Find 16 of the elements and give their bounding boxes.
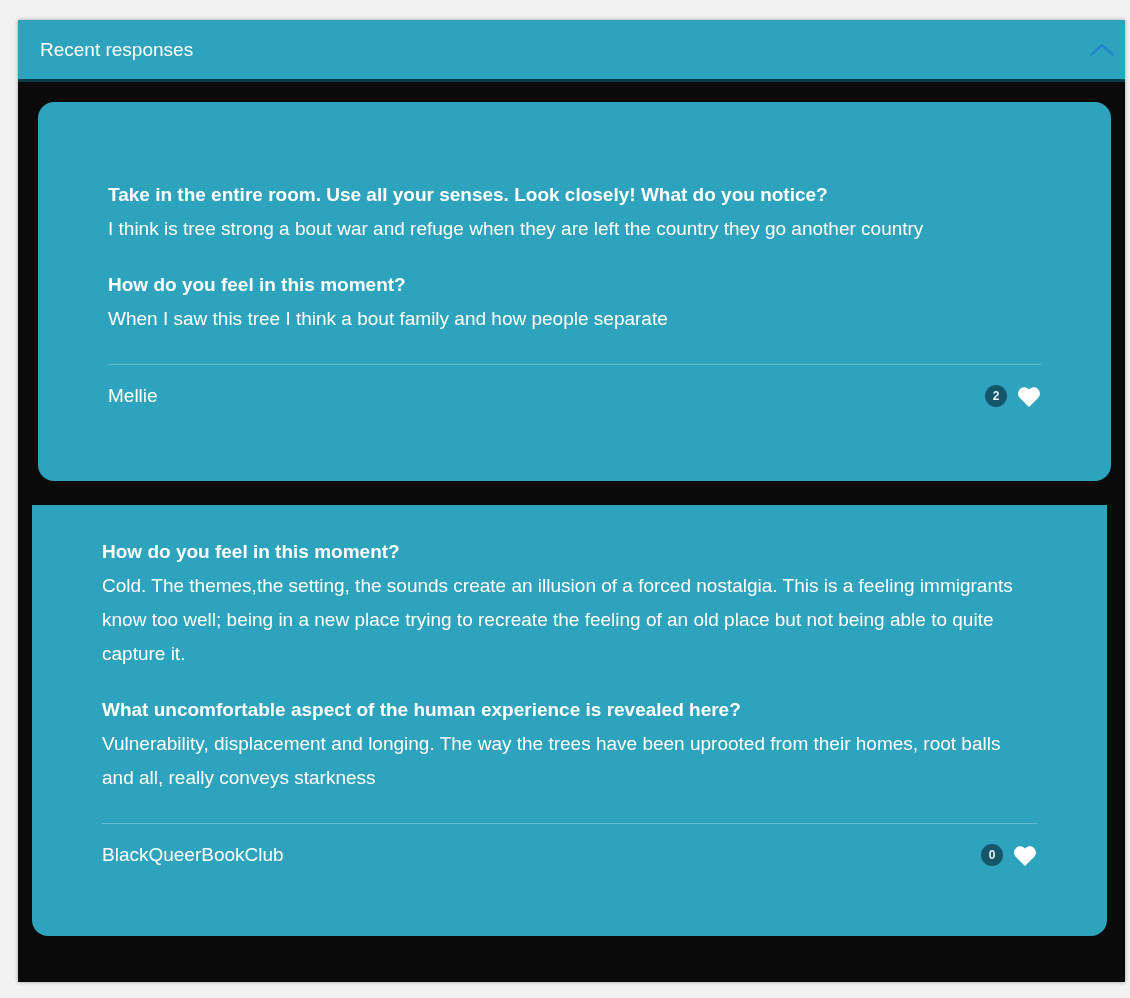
author-name: BlackQueerBookClub	[102, 844, 284, 866]
question-text: How do you feel in this moment?	[108, 273, 407, 297]
answer-text: Vulnerability, displacement and longing. The way the trees have been uprooted from their homes, root balls and all, really conveys starkness	[102, 732, 1002, 790]
like-count: 2	[985, 385, 1007, 407]
question-text: Take in the entire room. Use all your senses. Look closely! What do you notice?	[108, 183, 829, 207]
answer-text: Cold. The themes,the setting, the sounds create an illusion of a forced nostalgia. This is a feeling immigrants know too well; being in a new place trying to recreate the feeling of an old place but not being able to quite capture it.	[102, 574, 1014, 666]
heart-icon[interactable]	[1017, 385, 1041, 407]
panel-header[interactable]: Recent responses	[18, 20, 1125, 82]
chevron-icon	[1089, 42, 1115, 57]
heart-icon[interactable]	[1013, 844, 1037, 866]
question-text: How do you feel in this moment?	[102, 540, 401, 564]
question-text: What uncomfortable aspect of the human experience is revealed here?	[102, 698, 742, 722]
author-name: Mellie	[108, 385, 158, 407]
like-count: 0	[981, 844, 1003, 866]
answer-text: When I saw this tree I think a bout family and how people separate	[108, 307, 669, 331]
answer-text: I think is tree strong a bout war and refuge when they are left the country they go another country	[108, 217, 925, 241]
